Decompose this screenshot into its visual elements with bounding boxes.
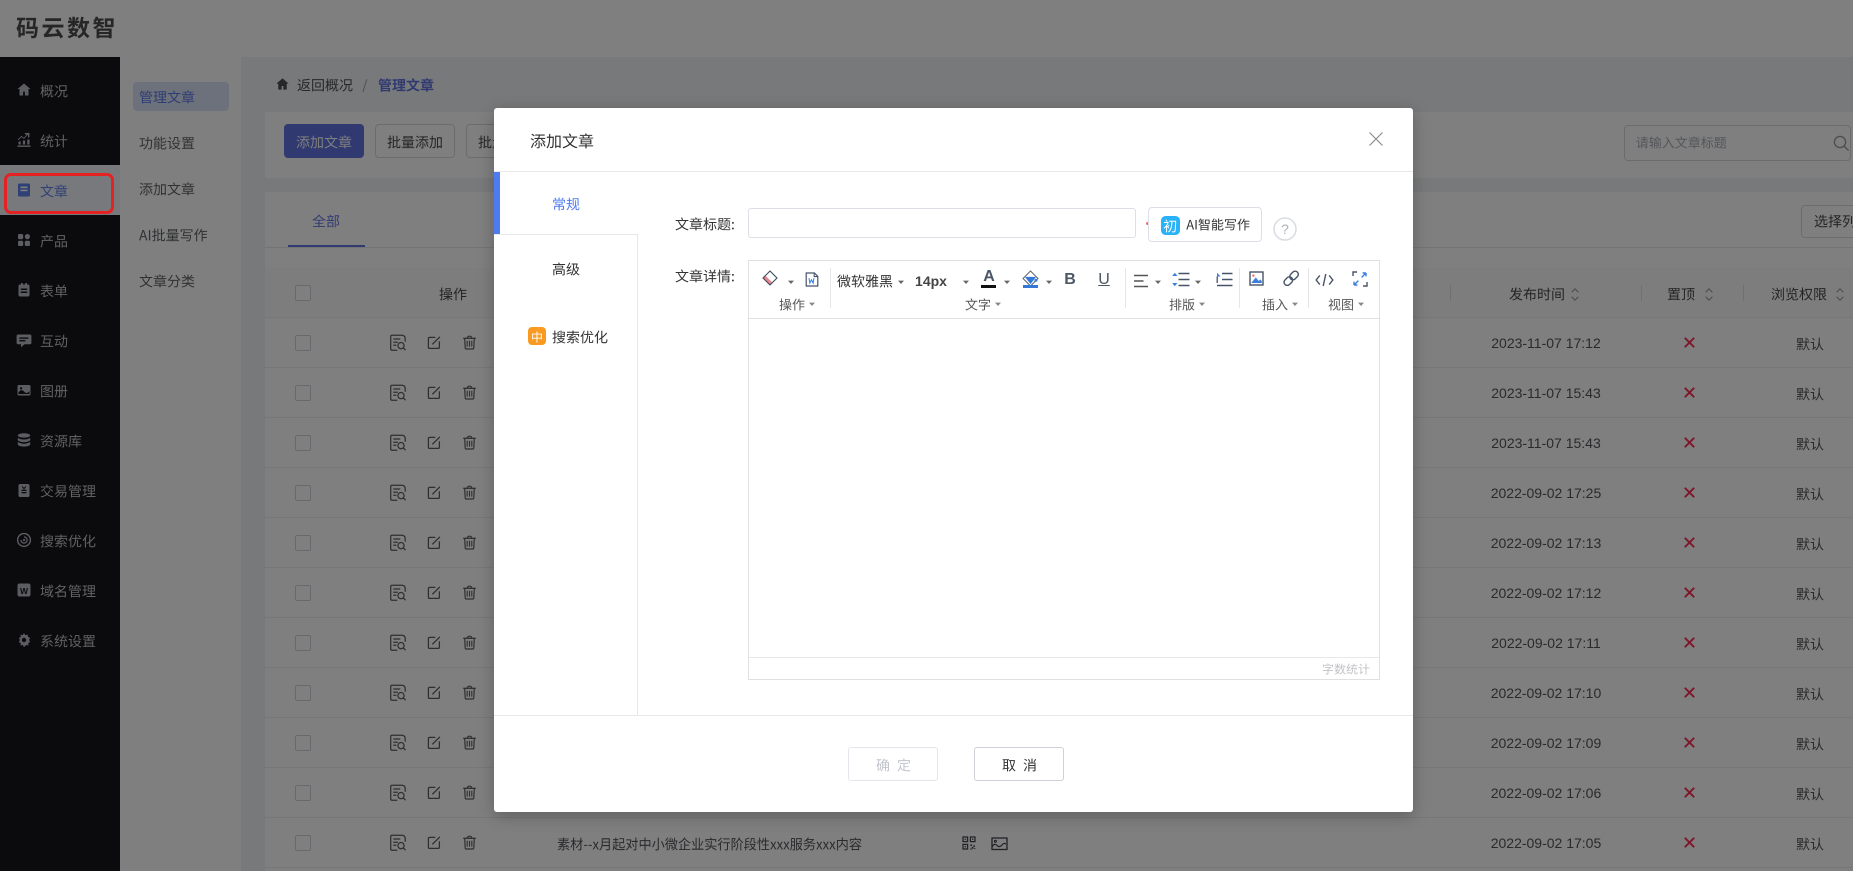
svg-text:?: ? <box>1281 221 1289 237</box>
